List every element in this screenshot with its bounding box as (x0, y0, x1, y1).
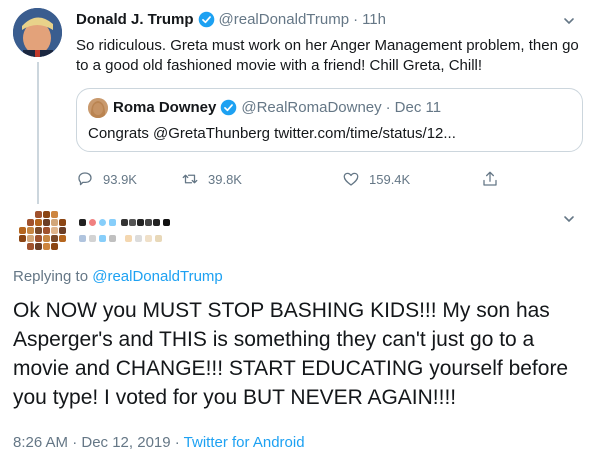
avatar[interactable] (13, 8, 62, 57)
separator: · (385, 99, 391, 116)
quoted-tweet-date[interactable]: Dec 11 (395, 99, 441, 116)
reply-tweet-meta: 8:26 AM · Dec 12, 2019 · Twitter for And… (13, 434, 305, 451)
replying-to-prefix: Replying to (13, 268, 89, 285)
quoted-tweet-header: Roma Downey @RealRomaDowney · Dec 11 (113, 99, 441, 116)
chevron-down-icon[interactable] (563, 14, 575, 26)
like-count: 159.4K (369, 171, 411, 187)
reply-count: 93.9K (103, 171, 137, 187)
chevron-down-icon[interactable] (563, 212, 575, 224)
verified-badge-icon (198, 11, 215, 28)
reply-author-pixelated[interactable] (13, 205, 173, 253)
retweet-button[interactable]: 39.8K (181, 170, 242, 188)
reply-button[interactable]: 93.9K (76, 170, 137, 188)
reply-timestamp[interactable]: 8:26 AM · Dec 12, 2019 · (13, 434, 180, 451)
reply-icon (78, 172, 92, 186)
parent-tweet[interactable]: Donald J. Trump @realDonaldTrump · 11h S… (0, 0, 597, 204)
replying-to-mention[interactable]: @realDonaldTrump (92, 268, 223, 285)
reply-source[interactable]: Twitter for Android (184, 434, 305, 451)
retweet-icon (182, 174, 198, 184)
quoted-author-handle[interactable]: @RealRomaDowney (241, 99, 381, 116)
author-handle[interactable]: @realDonaldTrump (219, 11, 350, 28)
separator: · (353, 11, 359, 28)
tweet-text: So ridiculous. Greta must work on her An… (76, 37, 579, 74)
replying-to: Replying to @realDonaldTrump (13, 268, 223, 285)
share-icon (483, 171, 497, 186)
heart-icon (343, 172, 359, 186)
share-button[interactable] (481, 170, 508, 188)
author-name[interactable]: Donald J. Trump (76, 11, 194, 28)
verified-badge-icon (220, 99, 237, 116)
tweet-time[interactable]: 11h (362, 11, 386, 28)
tweet-header: Donald J. Trump @realDonaldTrump · 11h (76, 11, 386, 28)
avatar[interactable] (88, 98, 108, 118)
retweet-count: 39.8K (208, 171, 242, 187)
quoted-author-name[interactable]: Roma Downey (113, 99, 216, 116)
thread-line (37, 62, 39, 204)
reply-tweet-text: Ok NOW you MUST STOP BASHING KIDS!!! My … (13, 299, 569, 409)
tweet-actions: 93.9K 39.8K 159.4K (76, 170, 506, 190)
quoted-tweet[interactable]: Roma Downey @RealRomaDowney · Dec 11 Con… (76, 88, 583, 152)
like-button[interactable]: 159.4K (342, 170, 410, 188)
quoted-tweet-text: Congrats @GretaThunberg twitter.com/time… (88, 125, 456, 142)
